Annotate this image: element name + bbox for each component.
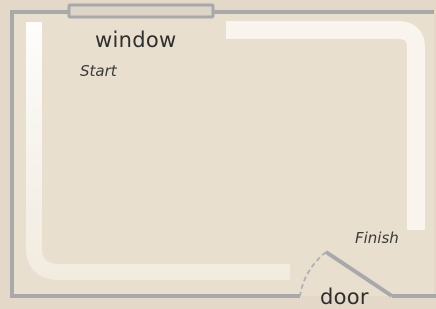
window-frame [67,3,215,19]
door-label: door [320,285,369,309]
floor-plan [10,3,436,298]
start-label: Start [80,62,117,80]
room-floor [12,12,434,296]
window-label: window [95,28,177,52]
finish-label: Finish [355,229,399,247]
